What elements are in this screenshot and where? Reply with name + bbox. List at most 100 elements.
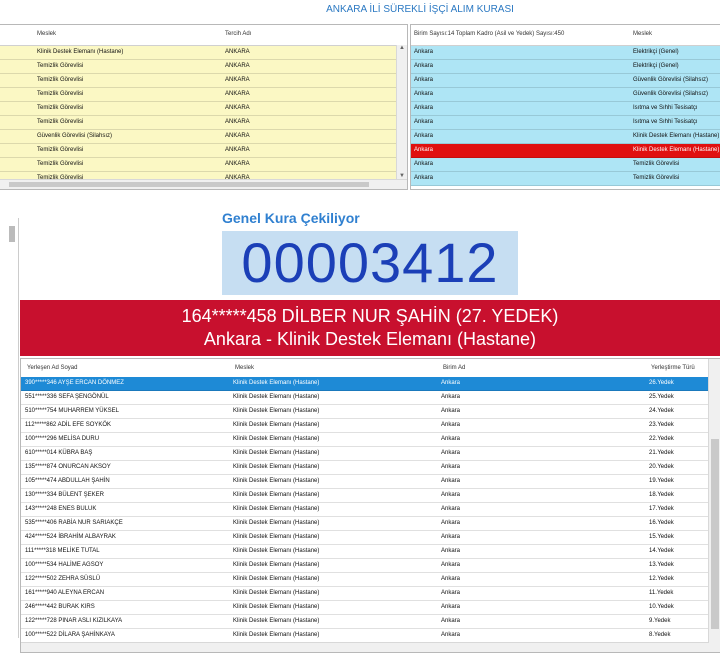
table-cell: Temizlik Görevlisi xyxy=(37,161,84,167)
table-row[interactable]: 143*****248 ENES BULUK Klinik Destek Elem… xyxy=(21,503,709,517)
table-row[interactable]: 161*****940 ALEYNA ERCAN Klinik Destek El… xyxy=(21,587,709,601)
kura-status-label: Genel Kura Çekiliyor xyxy=(222,210,360,226)
table-cell: Klinik Destek Elemanı (Hastane) xyxy=(233,590,320,596)
table-cell: 15.Yedek xyxy=(649,534,674,540)
table-row[interactable]: 100*****296 MELİSA DURU Klinik Destek Ele… xyxy=(21,433,709,447)
table-row[interactable]: Temizlik Görevlisi ANKARA xyxy=(0,74,407,88)
table-row[interactable]: 130*****334 BÜLENT ŞEKER Klinik Destek El… xyxy=(21,489,709,503)
column-header-birim-ad[interactable]: Birim Ad xyxy=(443,365,465,371)
table-cell: Ankara xyxy=(441,436,461,442)
table-row[interactable]: Temizlik Görevlisi ANKARA xyxy=(0,116,407,130)
table-cell: ANKARA xyxy=(225,133,250,139)
table-row[interactable]: 535*****406 RABİA NUR SARIAKÇE Klinik Des… xyxy=(21,517,709,531)
table-row[interactable]: 610*****014 KÜBRA BAŞ Klinik Destek Elema… xyxy=(21,447,709,461)
table-row[interactable]: Ankara Klinik Destek Elemanı (Hastane) xyxy=(411,144,720,158)
table-cell: ANKARA xyxy=(225,161,250,167)
table-cell: Ankara xyxy=(441,408,461,414)
table-row[interactable]: 122*****502 ZEHRA SÜSLÜ Klinik Destek Ele… xyxy=(21,573,709,587)
scroll-up-icon[interactable]: ▲ xyxy=(399,45,405,51)
table-row[interactable]: Ankara Güvenlik Görevlisi (Silahsız) xyxy=(411,74,720,88)
table-row[interactable]: 100*****534 HALİME AGSOY Klinik Destek El… xyxy=(21,559,709,573)
results-table-header: Yerleşen Ad Soyad Meslek Birim Ad Yerleş… xyxy=(21,359,720,378)
column-header-birim[interactable]: Birim Sayısı:14 Toplam Kadro (Asil ve Ye… xyxy=(414,31,564,37)
table-cell: Ankara xyxy=(441,450,461,456)
table-row[interactable]: 122*****728 PINAR ASLI KIZILKAYA Klinik D… xyxy=(21,615,709,629)
results-table-rows: 390*****346 AYŞE ERCAN DÖNMEZ Klinik Dest… xyxy=(21,377,709,652)
top-left-table-header: Meslek Tercih Adı xyxy=(0,25,407,46)
table-row[interactable]: Ankara Isıtma ve Sıhhi Tesisatçı xyxy=(411,116,720,130)
table-cell: Klinik Destek Elemanı (Hastane) xyxy=(37,49,124,55)
table-cell: Ankara xyxy=(441,618,461,624)
table-row[interactable]: Temizlik Görevlisi ANKARA xyxy=(0,60,407,74)
table-cell: Ankara xyxy=(441,632,461,638)
table-row[interactable]: 424*****524 İBRAHİM ALBAYRAK Klinik Deste… xyxy=(21,531,709,545)
table-cell: 8.Yedek xyxy=(649,632,671,638)
top-right-table-rows: Ankara Elektrikçi (Genel) Ankara Elektrikçi… xyxy=(411,46,720,186)
scroll-thumb[interactable] xyxy=(9,182,369,187)
table-row[interactable]: Ankara Klinik Destek Elemanı (Hastane) xyxy=(411,130,720,144)
vertical-scrollbar[interactable]: ▲ ▼ xyxy=(396,45,407,179)
top-left-table-rows: Klinik Destek Elemanı (Hastane) ANKARA Tem… xyxy=(0,46,407,186)
table-row[interactable]: Ankara Isıtma ve Sıhhi Tesisatçı xyxy=(411,102,720,116)
table-row[interactable]: 510*****754 MUHARREM YÜKSEL Klinik Destek… xyxy=(21,405,709,419)
table-row[interactable]: 246*****442 BURAK KIRS Klinik Destek Elem… xyxy=(21,601,709,615)
table-cell: 100*****522 DİLARA ŞAHİNKAYA xyxy=(25,632,115,638)
table-row[interactable]: 111*****318 MELİKE TUTAL Klinik Destek El… xyxy=(21,545,709,559)
table-cell: Klinik Destek Elemanı (Hastane) xyxy=(233,380,320,386)
vertical-scrollbar[interactable] xyxy=(708,359,720,652)
table-cell: Güvenlik Görevlisi (Silahsız) xyxy=(633,91,709,97)
table-row[interactable]: Ankara Elektrikçi (Genel) xyxy=(411,46,720,60)
table-cell: Ankara xyxy=(441,562,461,568)
table-row[interactable]: 100*****522 DİLARA ŞAHİNKAYA Klinik Deste… xyxy=(21,629,709,643)
table-cell: Klinik Destek Elemanı (Hastane) xyxy=(233,632,320,638)
table-row[interactable]: Ankara Temizlik Görevlisi xyxy=(411,172,720,186)
column-header-yerlestirme-turu[interactable]: Yerleştirme Türü xyxy=(651,365,695,371)
table-cell: Ankara xyxy=(441,478,461,484)
table-row[interactable]: Ankara Elektrikçi (Genel) xyxy=(411,60,720,74)
table-cell: Klinik Destek Elemanı (Hastane) xyxy=(233,506,320,512)
column-header-tercih-adi[interactable]: Tercih Adı xyxy=(225,31,251,37)
table-cell: 100*****296 MELİSA DURU xyxy=(25,436,100,442)
table-row[interactable]: 135*****874 ONURCAN AKSOY Klinik Destek E… xyxy=(21,461,709,475)
column-header-meslek[interactable]: Meslek xyxy=(633,31,652,37)
table-cell: 105*****474 ABDULLAH ŞAHİN xyxy=(25,478,110,484)
table-cell: 390*****346 AYŞE ERCAN DÖNMEZ xyxy=(25,380,124,386)
table-cell: 610*****014 KÜBRA BAŞ xyxy=(25,450,93,456)
table-row[interactable]: Temizlik Görevlisi ANKARA xyxy=(0,102,407,116)
horizontal-scrollbar[interactable] xyxy=(0,179,407,189)
table-row[interactable]: 390*****346 AYŞE ERCAN DÖNMEZ Klinik Dest… xyxy=(21,377,709,391)
table-row[interactable]: Temizlik Görevlisi ANKARA xyxy=(0,144,407,158)
table-row[interactable]: Ankara Güvenlik Görevlisi (Silahsız) xyxy=(411,88,720,102)
table-cell: ANKARA xyxy=(225,49,250,55)
column-header-meslek[interactable]: Meslek xyxy=(235,365,254,371)
table-cell: 20.Yedek xyxy=(649,464,674,470)
table-row[interactable]: 112*****862 ADİL EFE SOYKÖK Klinik Destek… xyxy=(21,419,709,433)
table-row[interactable]: Temizlik Görevlisi ANKARA xyxy=(0,158,407,172)
table-cell: 19.Yedek xyxy=(649,478,674,484)
table-cell: 14.Yedek xyxy=(649,548,674,554)
table-cell: Ankara xyxy=(414,63,434,69)
table-cell: 122*****502 ZEHRA SÜSLÜ xyxy=(25,576,101,582)
table-cell: Güvenlik Görevlisi (Silahsız) xyxy=(37,133,113,139)
table-cell: Temizlik Görevlisi xyxy=(37,63,84,69)
scroll-thumb[interactable] xyxy=(9,226,15,242)
table-row[interactable]: Ankara Temizlik Görevlisi xyxy=(411,158,720,172)
table-cell: Ankara xyxy=(414,119,434,125)
table-row[interactable]: Güvenlik Görevlisi (Silahsız) ANKARA xyxy=(0,130,407,144)
table-cell: 13.Yedek xyxy=(649,562,674,568)
scroll-thumb[interactable] xyxy=(711,439,719,629)
column-header-ad-soyad[interactable]: Yerleşen Ad Soyad xyxy=(27,365,77,371)
column-header-meslek[interactable]: Meslek xyxy=(37,31,56,37)
table-cell: 17.Yedek xyxy=(649,506,674,512)
table-cell: Klinik Destek Elemanı (Hastane) xyxy=(233,618,320,624)
table-cell: Klinik Destek Elemanı (Hastane) xyxy=(233,548,320,554)
table-cell: ANKARA xyxy=(225,91,250,97)
table-row[interactable]: 551*****336 SEFA ŞENGÖNÜL Klinik Destek E… xyxy=(21,391,709,405)
table-row[interactable]: 105*****474 ABDULLAH ŞAHİN Klinik Destek … xyxy=(21,475,709,489)
table-row[interactable]: Temizlik Görevlisi ANKARA xyxy=(0,88,407,102)
table-row[interactable]: Klinik Destek Elemanı (Hastane) ANKARA xyxy=(0,46,407,60)
table-cell: Ankara xyxy=(441,492,461,498)
table-cell: 21.Yedek xyxy=(649,450,674,456)
table-cell: Klinik Destek Elemanı (Hastane) xyxy=(633,147,720,153)
table-cell: Ankara xyxy=(414,91,434,97)
